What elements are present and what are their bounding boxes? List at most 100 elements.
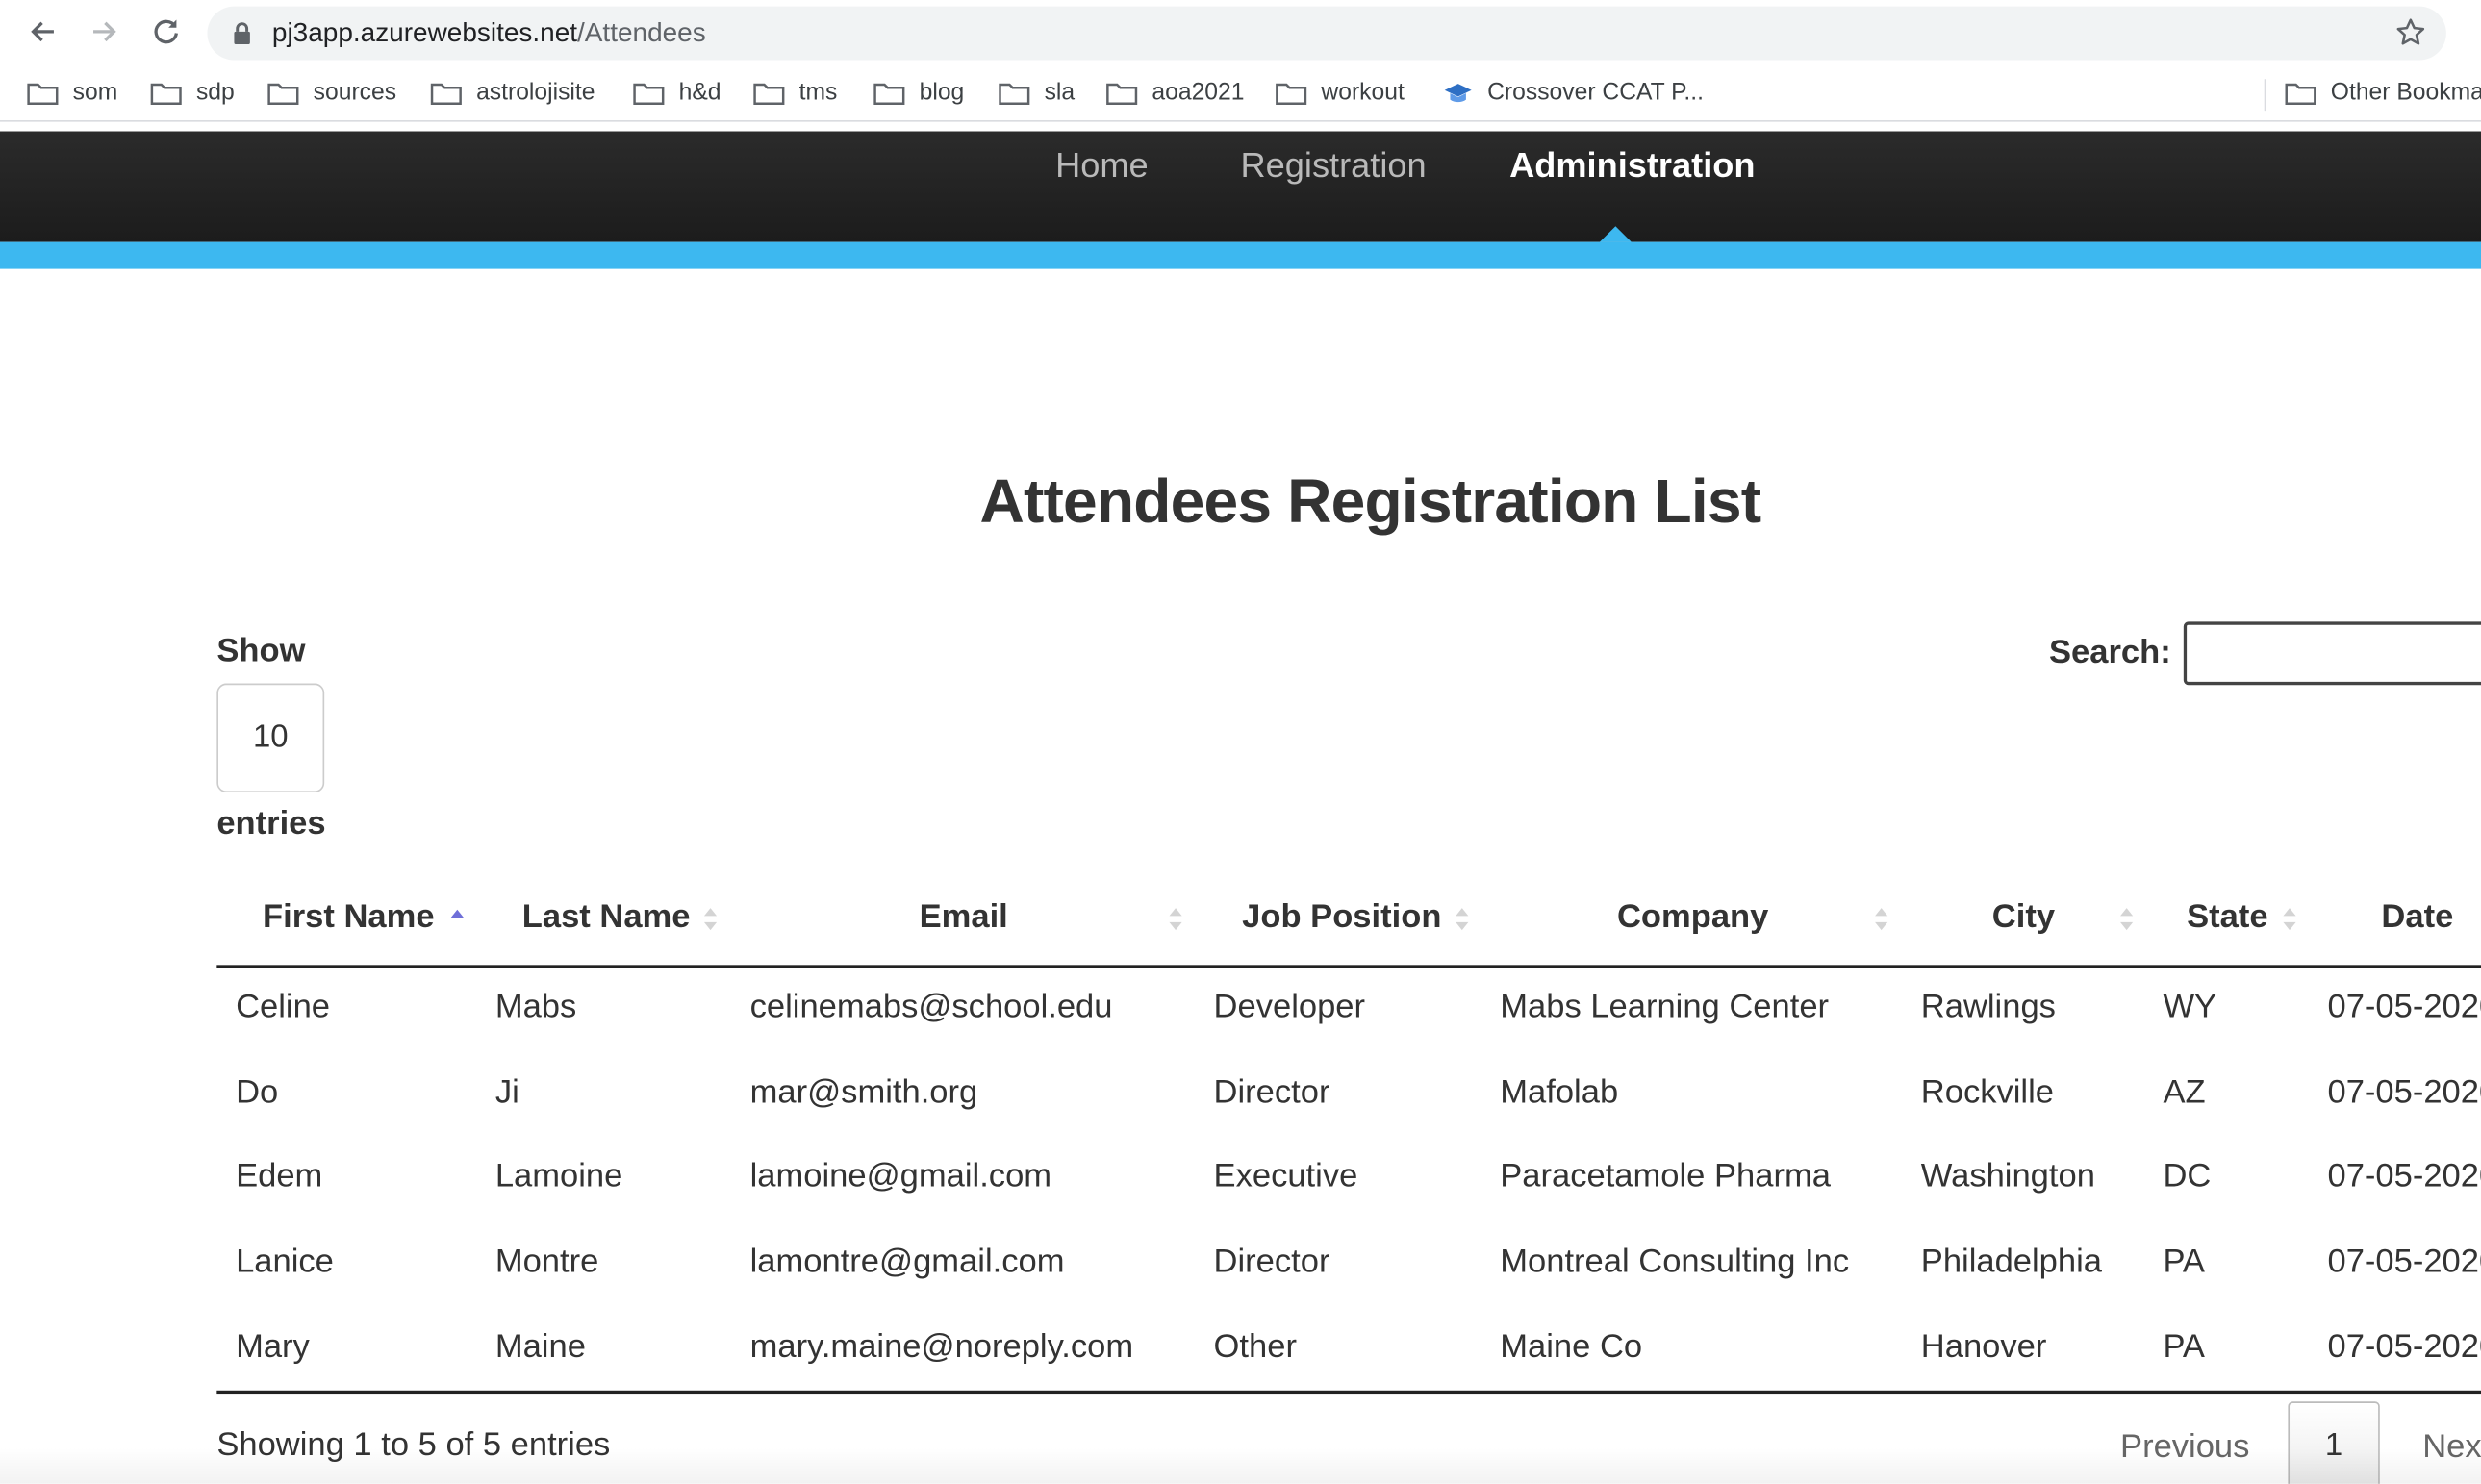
folder-icon — [1106, 82, 1138, 105]
cell-email: lamontre@gmail.com — [749, 1243, 1065, 1280]
bookmarks-bar: som sdp sources astrolojisite h&d tms bl… — [0, 66, 2481, 122]
bookmark-folder-astrolojisite[interactable]: astrolojisite — [430, 79, 595, 106]
cell-date: 07-05-2020 — [2327, 1328, 2481, 1366]
cell-city: Hanover — [1920, 1328, 2047, 1366]
bookmark-folder-blog[interactable]: blog — [873, 79, 964, 106]
nav-registration-link[interactable]: Registration — [1241, 145, 1427, 187]
nav-administration-link[interactable]: Administration — [1509, 145, 1755, 187]
entries-label: entries — [216, 805, 326, 843]
reload-button[interactable] — [145, 12, 187, 53]
cell-last-name: Lamoine — [494, 1157, 623, 1195]
bookmark-folder-workout[interactable]: workout — [1276, 79, 1405, 106]
show-label: Show — [216, 632, 306, 669]
bookmark-folder-sla[interactable]: sla — [999, 79, 1075, 106]
sort-both-icon[interactable] — [1873, 906, 1888, 931]
bookmark-folder-sources[interactable]: sources — [267, 79, 396, 106]
folder-icon — [430, 82, 462, 105]
cell-city: Philadelphia — [1920, 1243, 2103, 1280]
search-label: Search: — [2049, 634, 2171, 671]
cell-email: mary.maine@noreply.com — [749, 1328, 1134, 1366]
bookmark-folder-hd[interactable]: h&d — [633, 79, 722, 106]
column-header-state[interactable]: State — [2187, 898, 2267, 936]
bookmark-crossover-ccat[interactable]: Crossover CCAT P... — [1443, 79, 1704, 106]
url-host: pj3app.azurewebsites.net — [271, 17, 578, 48]
pagination-page-button[interactable]: 1 — [2288, 1401, 2380, 1484]
cell-state: PA — [2163, 1243, 2205, 1280]
cell-state: PA — [2163, 1328, 2205, 1366]
page-length-select[interactable]: 10 — [216, 683, 325, 793]
column-header-company[interactable]: Company — [1617, 898, 1768, 936]
cell-first-name: Celine — [236, 989, 331, 1025]
column-header-first-name[interactable]: First Name — [263, 898, 435, 936]
cell-job-position: Developer — [1213, 989, 1366, 1025]
bookmark-label: aoa2021 — [1152, 79, 1245, 107]
bookmark-label: sla — [1044, 79, 1076, 107]
browser-toolbar: pj3app.azurewebsites.net/Attendees — [0, 0, 2481, 67]
other-bookmarks-folder[interactable]: Other Bookmarks — [2285, 79, 2481, 106]
page-title: Attendees Registration List — [979, 467, 1761, 537]
bookmarks-divider — [2264, 79, 2266, 112]
bookmark-label: astrolojisite — [476, 79, 595, 107]
arrow-right-icon — [93, 21, 116, 42]
cell-company: Paracetamole Pharma — [1500, 1157, 1831, 1195]
other-bookmarks-label: Other Bookmarks — [2330, 79, 2481, 107]
table-info: Showing 1 to 5 of 5 entries — [216, 1426, 611, 1464]
url-path: /Attendees — [577, 17, 706, 48]
cell-date: 07-05-2020 — [2327, 989, 2481, 1025]
folder-icon — [27, 82, 59, 105]
back-button[interactable] — [22, 12, 63, 53]
sort-both-icon[interactable] — [2118, 906, 2134, 931]
cell-company: Mafolab — [1500, 1073, 1619, 1111]
cell-city: Rawlings — [1920, 989, 2056, 1025]
column-header-job-position[interactable]: Job Position — [1242, 898, 1441, 936]
cell-last-name: Mabs — [494, 989, 577, 1025]
cell-last-name: Ji — [494, 1073, 519, 1111]
sort-both-icon[interactable] — [1168, 906, 1183, 931]
forward-button[interactable] — [84, 12, 125, 53]
folder-icon — [753, 82, 785, 105]
cell-first-name: Do — [236, 1073, 279, 1111]
cell-email: lamoine@gmail.com — [749, 1157, 1052, 1195]
folder-icon — [999, 82, 1030, 105]
star-icon[interactable] — [2394, 15, 2428, 49]
column-header-city[interactable]: City — [1992, 898, 2055, 936]
bookmark-label: h&d — [678, 79, 722, 107]
nav-home-link[interactable]: Home — [1055, 145, 1149, 187]
search-input[interactable] — [2183, 621, 2481, 686]
column-header-email[interactable]: Email — [920, 898, 1008, 936]
cell-last-name: Montre — [494, 1243, 599, 1280]
sort-both-icon[interactable] — [702, 906, 718, 931]
lock-icon — [234, 22, 250, 45]
bookmark-label: Crossover CCAT P... — [1487, 79, 1704, 107]
folder-icon — [873, 82, 905, 105]
cell-job-position: Executive — [1213, 1157, 1358, 1195]
bookmark-label: tms — [798, 79, 838, 107]
active-nav-indicator — [1599, 226, 1632, 242]
pagination-next-button[interactable]: Next — [2422, 1428, 2481, 1466]
url-text: pj3app.azurewebsites.net/Attendees — [272, 17, 706, 49]
cell-date: 07-05-2020 — [2327, 1243, 2481, 1280]
bookmark-label: som — [72, 79, 118, 107]
browser-viewport: pj3app.azurewebsites.net/Attendees som s… — [0, 0, 2481, 1484]
cell-last-name: Maine — [494, 1328, 586, 1366]
pagination-previous-button[interactable]: Previous — [2120, 1428, 2249, 1466]
sort-both-icon[interactable] — [2282, 906, 2297, 931]
bookmark-folder-tms[interactable]: tms — [753, 79, 837, 106]
table-header-border — [216, 965, 2481, 968]
cell-job-position: Other — [1213, 1328, 1297, 1366]
sort-ascending-icon[interactable] — [449, 906, 465, 931]
site-nav-bar: Home Registration Administration — [0, 131, 2481, 242]
bookmark-folder-sdp[interactable]: sdp — [150, 79, 235, 106]
cell-state: AZ — [2163, 1073, 2206, 1111]
bookmark-folder-som[interactable]: som — [27, 79, 117, 106]
sort-both-icon[interactable] — [1455, 906, 1470, 931]
column-header-last-name[interactable]: Last Name — [522, 898, 691, 936]
bookmark-label: sources — [313, 79, 397, 107]
address-bar[interactable]: pj3app.azurewebsites.net/Attendees — [207, 6, 2446, 61]
cell-state: WY — [2163, 989, 2217, 1025]
bookmark-folder-aoa2021[interactable]: aoa2021 — [1106, 79, 1245, 107]
cell-email: mar@smith.org — [749, 1073, 978, 1111]
cell-first-name: Mary — [236, 1328, 310, 1366]
cell-first-name: Edem — [236, 1157, 323, 1195]
column-header-date[interactable]: Date — [2381, 898, 2453, 936]
